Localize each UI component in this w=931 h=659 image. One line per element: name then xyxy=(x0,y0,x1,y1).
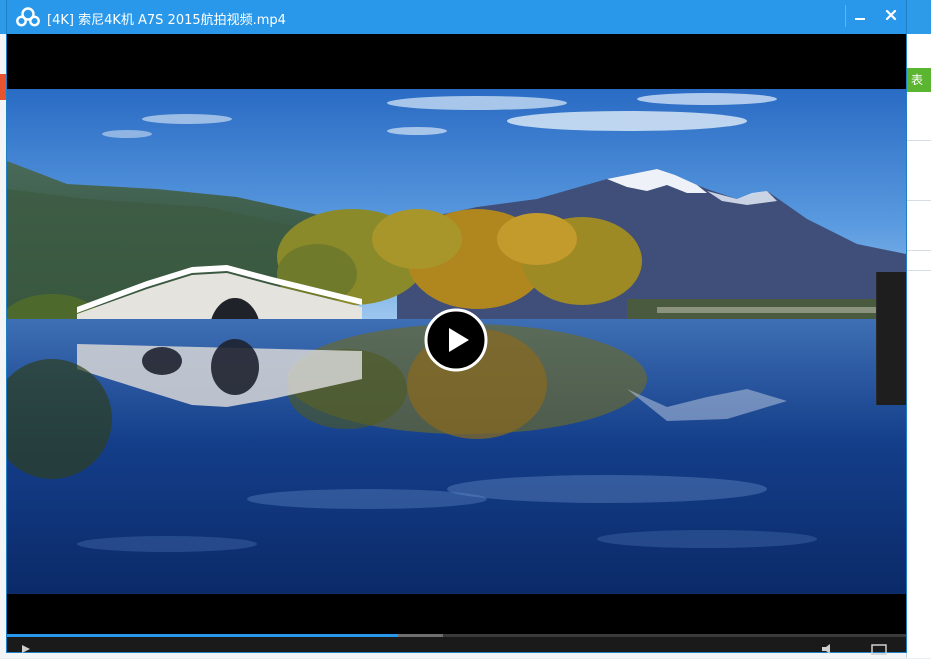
background-green-tab[interactable]: 表 xyxy=(903,68,931,92)
progress-bar[interactable] xyxy=(7,634,906,637)
title-bar[interactable]: [4K] 索尼4K机 A7S 2015航拍视频.mp4 xyxy=(7,0,906,34)
close-icon xyxy=(885,9,897,21)
video-player-window: [4K] 索尼4K机 A7S 2015航拍视频.mp4 xyxy=(7,0,906,655)
play-icon xyxy=(424,308,488,372)
background-divider xyxy=(906,250,931,251)
window-title: [4K] 索尼4K机 A7S 2015航拍视频.mp4 xyxy=(47,13,286,28)
volume-button[interactable] xyxy=(819,640,839,654)
progress-played xyxy=(7,634,399,637)
background-divider xyxy=(906,270,931,271)
fullscreen-button[interactable] xyxy=(869,640,889,655)
play-button[interactable] xyxy=(424,308,488,372)
fullscreen-icon xyxy=(871,644,887,655)
side-panel-toggle[interactable] xyxy=(876,272,906,405)
background-divider xyxy=(906,140,931,141)
control-bar xyxy=(7,634,906,655)
video-area[interactable] xyxy=(7,34,906,634)
play-pause-button[interactable] xyxy=(17,640,37,653)
background-divider xyxy=(906,200,931,201)
minimize-button[interactable] xyxy=(846,3,874,27)
cloud-logo-icon xyxy=(16,7,40,27)
minimize-icon xyxy=(855,18,865,20)
background-right-panel xyxy=(906,34,931,658)
volume-icon xyxy=(822,644,830,654)
small-play-icon xyxy=(22,645,30,653)
close-button[interactable] xyxy=(877,3,905,27)
